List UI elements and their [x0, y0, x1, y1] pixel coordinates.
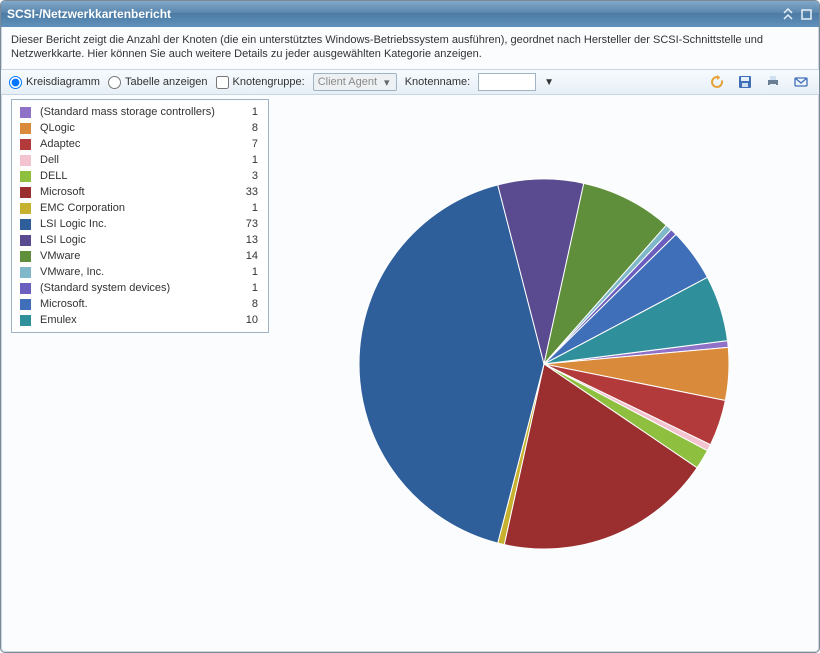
nodename-dropdown-icon[interactable]: ▼	[544, 77, 554, 88]
legend-swatch	[20, 123, 31, 134]
legend-row[interactable]: (Standard mass storage controllers)1	[14, 104, 266, 120]
legend-value: 14	[230, 248, 266, 264]
legend-row[interactable]: VMware, Inc.1	[14, 264, 266, 280]
view-table-label: Tabelle anzeigen	[125, 76, 208, 88]
legend-row[interactable]: EMC Corporation1	[14, 200, 266, 216]
refresh-icon[interactable]	[707, 72, 727, 92]
view-table-radio[interactable]: Tabelle anzeigen	[108, 76, 208, 89]
chevron-down-icon: ▾	[380, 76, 394, 89]
legend-label: QLogic	[34, 120, 230, 136]
legend-value: 1	[230, 152, 266, 168]
legend-label: Emulex	[34, 312, 230, 328]
legend-label: (Standard mass storage controllers)	[34, 104, 230, 120]
save-icon[interactable]	[735, 72, 755, 92]
legend-label: DELL	[34, 168, 230, 184]
legend-value: 33	[230, 184, 266, 200]
legend-value: 8	[230, 120, 266, 136]
legend-label: (Standard system devices)	[34, 280, 230, 296]
nodename-label: Knotenname:	[405, 76, 470, 88]
legend-row[interactable]: Microsoft.8	[14, 296, 266, 312]
legend-row[interactable]: (Standard system devices)1	[14, 280, 266, 296]
legend-value: 8	[230, 296, 266, 312]
nodegroup-checkbox-input[interactable]	[216, 76, 229, 89]
nodegroup-select[interactable]: Client Agent ▾	[313, 73, 397, 91]
legend-swatch	[20, 219, 31, 230]
legend-value: 13	[230, 232, 266, 248]
legend-value: 1	[230, 104, 266, 120]
legend-row[interactable]: Dell1	[14, 152, 266, 168]
legend-row[interactable]: Emulex10	[14, 312, 266, 328]
legend-value: 73	[230, 216, 266, 232]
print-icon[interactable]	[763, 72, 783, 92]
legend-label: Adaptec	[34, 136, 230, 152]
titlebar: SCSI-/Netzwerkkartenbericht	[1, 1, 819, 27]
legend-row[interactable]: Adaptec7	[14, 136, 266, 152]
legend-row[interactable]: LSI Logic Inc.73	[14, 216, 266, 232]
legend-label: LSI Logic Inc.	[34, 216, 230, 232]
legend-swatch	[20, 299, 31, 310]
legend-swatch	[20, 283, 31, 294]
legend-row[interactable]: DELL3	[14, 168, 266, 184]
report-window: SCSI-/Netzwerkkartenbericht Dieser Beric…	[0, 0, 820, 653]
legend-label: LSI Logic	[34, 232, 230, 248]
legend-swatch	[20, 203, 31, 214]
email-icon[interactable]	[791, 72, 811, 92]
legend-table: (Standard mass storage controllers)1QLog…	[14, 104, 266, 328]
legend-value: 3	[230, 168, 266, 184]
window-title: SCSI-/Netzwerkkartenbericht	[7, 7, 777, 21]
nodegroup-value: Client Agent	[318, 76, 380, 88]
report-body: (Standard mass storage controllers)1QLog…	[1, 91, 819, 652]
pie-chart-svg	[344, 164, 744, 564]
nodegroup-label: Knotengruppe:	[233, 76, 305, 88]
view-table-input[interactable]	[108, 76, 121, 89]
legend-value: 10	[230, 312, 266, 328]
legend-swatch	[20, 139, 31, 150]
legend-row[interactable]: QLogic8	[14, 120, 266, 136]
view-piechart-label: Kreisdiagramm	[26, 76, 100, 88]
legend-swatch	[20, 235, 31, 246]
legend-label: Microsoft.	[34, 296, 230, 312]
legend-value: 1	[230, 280, 266, 296]
legend-swatch	[20, 187, 31, 198]
legend-swatch	[20, 171, 31, 182]
legend-label: VMware	[34, 248, 230, 264]
pie-chart	[269, 91, 819, 652]
legend-row[interactable]: Microsoft33	[14, 184, 266, 200]
view-piechart-radio[interactable]: Kreisdiagramm	[9, 76, 100, 89]
legend: (Standard mass storage controllers)1QLog…	[11, 99, 269, 333]
legend-row[interactable]: VMware14	[14, 248, 266, 264]
legend-row[interactable]: LSI Logic13	[14, 232, 266, 248]
maximize-icon[interactable]	[799, 7, 813, 21]
legend-swatch	[20, 155, 31, 166]
legend-value: 7	[230, 136, 266, 152]
nodegroup-checkbox[interactable]: Knotengruppe:	[216, 76, 305, 89]
legend-value: 1	[230, 264, 266, 280]
legend-label: EMC Corporation	[34, 200, 230, 216]
legend-swatch	[20, 267, 31, 278]
legend-swatch	[20, 315, 31, 326]
legend-label: VMware, Inc.	[34, 264, 230, 280]
legend-label: Microsoft	[34, 184, 230, 200]
legend-swatch	[20, 251, 31, 262]
legend-value: 1	[230, 200, 266, 216]
legend-label: Dell	[34, 152, 230, 168]
nodename-input[interactable]	[478, 73, 536, 91]
detach-icon[interactable]	[781, 7, 795, 21]
report-description: Dieser Bericht zeigt die Anzahl der Knot…	[1, 27, 819, 69]
view-piechart-input[interactable]	[9, 76, 22, 89]
legend-swatch	[20, 107, 31, 118]
